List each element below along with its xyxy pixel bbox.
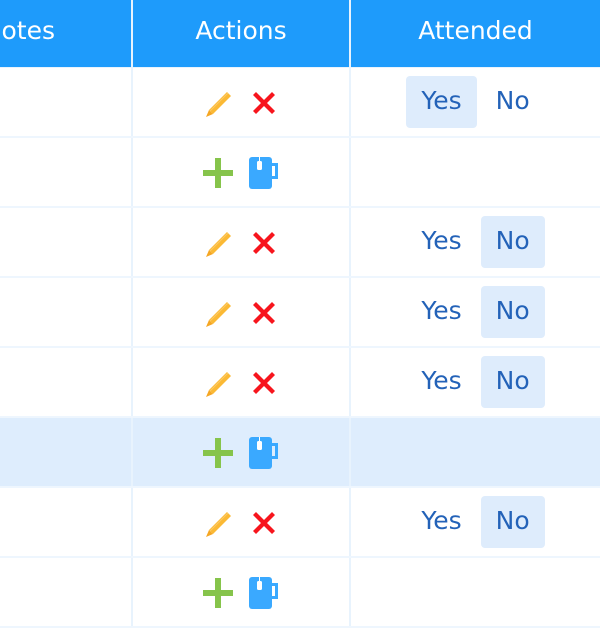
actions-cell xyxy=(133,418,351,486)
column-header-notes[interactable]: Notes xyxy=(0,0,133,67)
attended-no-option[interactable]: No xyxy=(480,496,545,548)
attended-toggle: Yes No xyxy=(406,356,545,408)
column-header-attended[interactable]: Attended xyxy=(351,0,600,67)
table-row: Yes No xyxy=(0,488,600,558)
table-row: Yes No xyxy=(0,348,600,418)
notes-cell[interactable] xyxy=(0,348,133,416)
attended-cell: Yes No xyxy=(351,488,600,556)
actions-cell xyxy=(133,138,351,206)
close-icon[interactable] xyxy=(247,296,281,330)
attended-yes-option[interactable]: Yes xyxy=(406,286,476,338)
attended-toggle: Yes No xyxy=(406,286,545,338)
notes-cell[interactable] xyxy=(0,208,133,276)
attended-cell: Yes No xyxy=(351,348,600,416)
attended-cell xyxy=(351,558,600,626)
attended-toggle: Yes No xyxy=(406,76,544,128)
mug-icon[interactable] xyxy=(247,156,281,190)
close-icon[interactable] xyxy=(247,366,281,400)
close-icon[interactable] xyxy=(247,86,281,120)
attended-cell xyxy=(351,138,600,206)
attended-no-option[interactable]: No xyxy=(481,76,545,128)
attended-yes-option[interactable]: Yes xyxy=(406,356,476,408)
actions-cell xyxy=(133,278,351,346)
attended-yes-option[interactable]: Yes xyxy=(406,496,476,548)
notes-cell[interactable] xyxy=(0,418,133,486)
attended-cell: Yes No xyxy=(351,68,600,136)
table-header: Notes Actions Attended xyxy=(0,0,600,68)
plus-icon[interactable] xyxy=(201,156,235,190)
attended-toggle: Yes No xyxy=(406,216,545,268)
table-row xyxy=(0,418,600,488)
actions-cell xyxy=(133,348,351,416)
mug-icon[interactable] xyxy=(247,436,281,470)
actions-cell xyxy=(133,488,351,556)
table-body: Yes No Yes No Yes No Yes No Yes No xyxy=(0,68,600,628)
attended-no-option[interactable]: No xyxy=(480,286,545,338)
attended-cell: Yes No xyxy=(351,278,600,346)
table-row xyxy=(0,138,600,208)
attended-yes-option[interactable]: Yes xyxy=(406,76,477,128)
pencil-icon[interactable] xyxy=(201,506,235,540)
table-row: Yes No xyxy=(0,68,600,138)
pencil-icon[interactable] xyxy=(201,366,235,400)
close-icon[interactable] xyxy=(247,226,281,260)
table-row xyxy=(0,558,600,628)
close-icon[interactable] xyxy=(247,506,281,540)
mug-icon[interactable] xyxy=(247,576,281,610)
actions-cell xyxy=(133,208,351,276)
attended-cell: Yes No xyxy=(351,208,600,276)
pencil-icon[interactable] xyxy=(201,296,235,330)
notes-cell[interactable] xyxy=(0,488,133,556)
column-header-actions[interactable]: Actions xyxy=(133,0,351,67)
notes-cell[interactable] xyxy=(0,278,133,346)
pencil-icon[interactable] xyxy=(201,226,235,260)
table-row: Yes No xyxy=(0,208,600,278)
notes-cell[interactable] xyxy=(0,138,133,206)
notes-cell[interactable] xyxy=(0,68,133,136)
attended-toggle: Yes No xyxy=(406,496,545,548)
pencil-icon[interactable] xyxy=(201,86,235,120)
plus-icon[interactable] xyxy=(201,576,235,610)
attended-no-option[interactable]: No xyxy=(480,356,545,408)
attended-yes-option[interactable]: Yes xyxy=(406,216,476,268)
table-row: Yes No xyxy=(0,278,600,348)
attended-cell xyxy=(351,418,600,486)
actions-cell xyxy=(133,68,351,136)
actions-cell xyxy=(133,558,351,626)
attendance-table: Notes Actions Attended Yes No xyxy=(0,0,600,628)
attended-no-option[interactable]: No xyxy=(480,216,545,268)
notes-cell[interactable] xyxy=(0,558,133,626)
plus-icon[interactable] xyxy=(201,436,235,470)
